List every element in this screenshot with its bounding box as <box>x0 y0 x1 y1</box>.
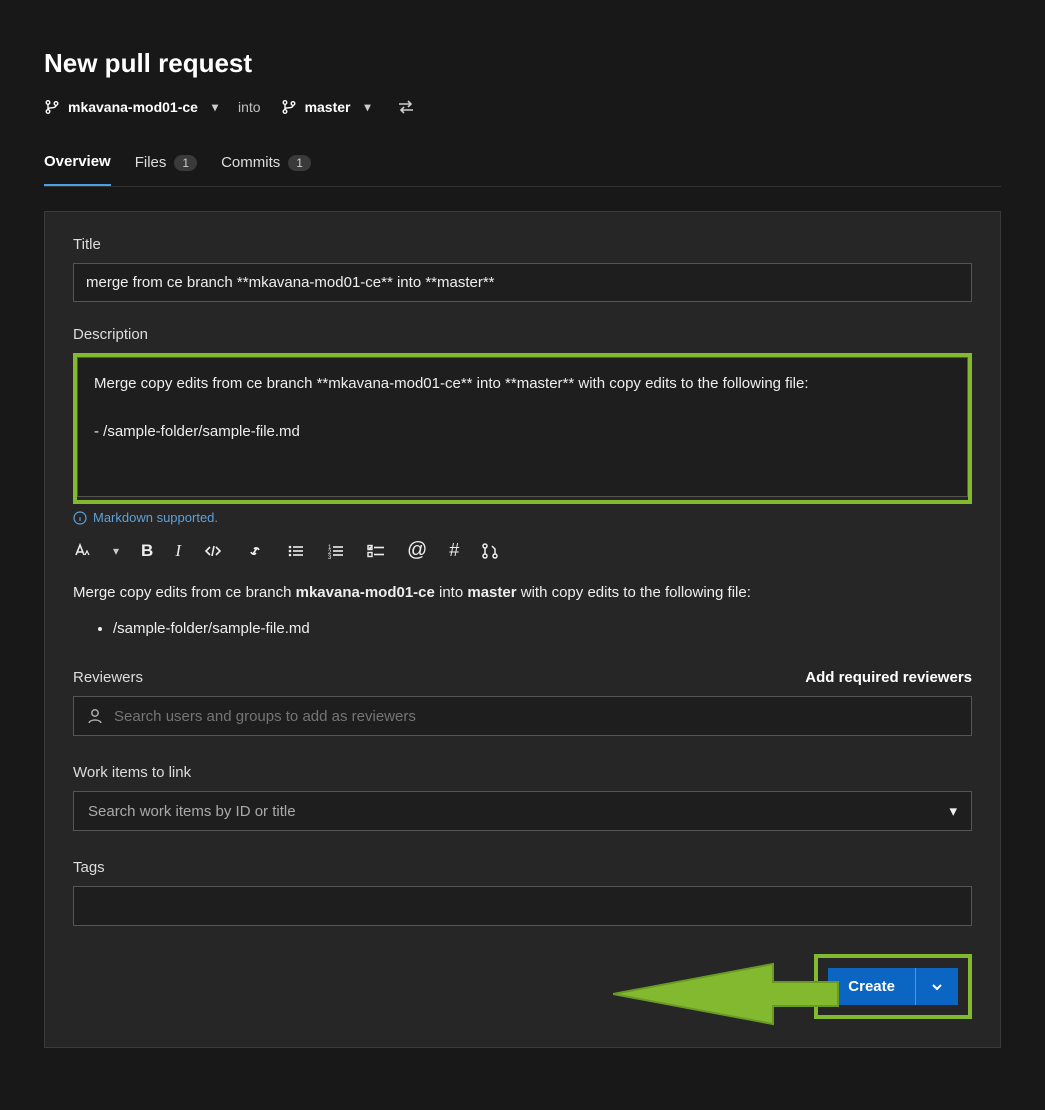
chevron-down-icon[interactable]: ▾ <box>113 544 119 558</box>
text-style-button[interactable] <box>73 542 91 560</box>
link-button[interactable] <box>245 543 265 559</box>
branch-selector-row: mkavana-mod01-ce ▾ into master ▾ <box>44 99 1001 115</box>
create-button-highlight: Create <box>814 954 972 1019</box>
bulleted-list-button[interactable] <box>287 543 305 559</box>
form-panel: Title Description Markdown supported. ▾ … <box>44 211 1001 1048</box>
checklist-button[interactable] <box>367 543 385 559</box>
title-input[interactable] <box>73 263 972 302</box>
svg-text:3: 3 <box>328 555 332 559</box>
target-branch-label: master <box>305 99 351 115</box>
code-button[interactable] <box>203 543 223 559</box>
tab-badge: 1 <box>288 155 311 171</box>
info-icon <box>73 511 87 525</box>
chevron-down-icon: ▾ <box>949 802 957 820</box>
chevron-down-icon: ▾ <box>212 100 218 114</box>
person-icon <box>86 707 104 725</box>
tags-input[interactable] <box>73 886 972 926</box>
bold-button[interactable]: B <box>141 541 153 561</box>
description-label: Description <box>73 326 972 343</box>
tab-label: Overview <box>44 153 111 170</box>
title-label: Title <box>73 236 972 253</box>
page-title: New pull request <box>44 48 1001 79</box>
branch-icon <box>44 99 60 115</box>
mention-button[interactable]: @ <box>407 539 427 562</box>
markdown-supported-link[interactable]: Markdown supported. <box>73 510 972 525</box>
branch-icon <box>281 99 297 115</box>
work-items-placeholder: Search work items by ID or title <box>88 803 296 820</box>
md-toolbar: ▾ B I 123 @ # <box>73 535 972 580</box>
work-items-label: Work items to link <box>73 764 972 781</box>
tab-files[interactable]: Files 1 <box>135 143 197 186</box>
source-branch-label: mkavana-mod01-ce <box>68 99 198 115</box>
work-items-select[interactable]: Search work items by ID or title ▾ <box>73 791 972 831</box>
hashtag-button[interactable]: # <box>449 540 459 561</box>
add-required-reviewers-link[interactable]: Add required reviewers <box>805 669 972 686</box>
tab-label: Commits <box>221 154 280 171</box>
tabs: Overview Files 1 Commits 1 <box>44 143 1001 187</box>
create-dropdown-button[interactable] <box>915 968 958 1005</box>
tab-commits[interactable]: Commits 1 <box>221 143 311 186</box>
reviewers-search[interactable] <box>73 696 972 736</box>
swap-branches-icon[interactable] <box>397 99 415 115</box>
preview-bullet: /sample-folder/sample-file.md <box>113 616 972 642</box>
description-input[interactable] <box>77 357 968 497</box>
create-button[interactable]: Create <box>828 968 915 1005</box>
chevron-down-icon: ▾ <box>364 100 370 114</box>
target-branch-select[interactable]: master ▾ <box>281 99 371 115</box>
description-highlight <box>73 353 972 504</box>
description-preview: Merge copy edits from ce branch mkavana-… <box>73 580 972 641</box>
reviewers-input[interactable] <box>114 708 959 725</box>
tab-label: Files <box>135 154 167 171</box>
tags-label: Tags <box>73 859 972 876</box>
tab-overview[interactable]: Overview <box>44 143 111 186</box>
numbered-list-button[interactable]: 123 <box>327 543 345 559</box>
italic-button[interactable]: I <box>175 541 181 561</box>
tab-badge: 1 <box>174 155 197 171</box>
pr-link-button[interactable] <box>481 542 499 560</box>
reviewers-label: Reviewers <box>73 669 143 686</box>
chevron-down-icon <box>930 980 944 994</box>
source-branch-select[interactable]: mkavana-mod01-ce ▾ <box>44 99 218 115</box>
into-label: into <box>230 99 269 115</box>
